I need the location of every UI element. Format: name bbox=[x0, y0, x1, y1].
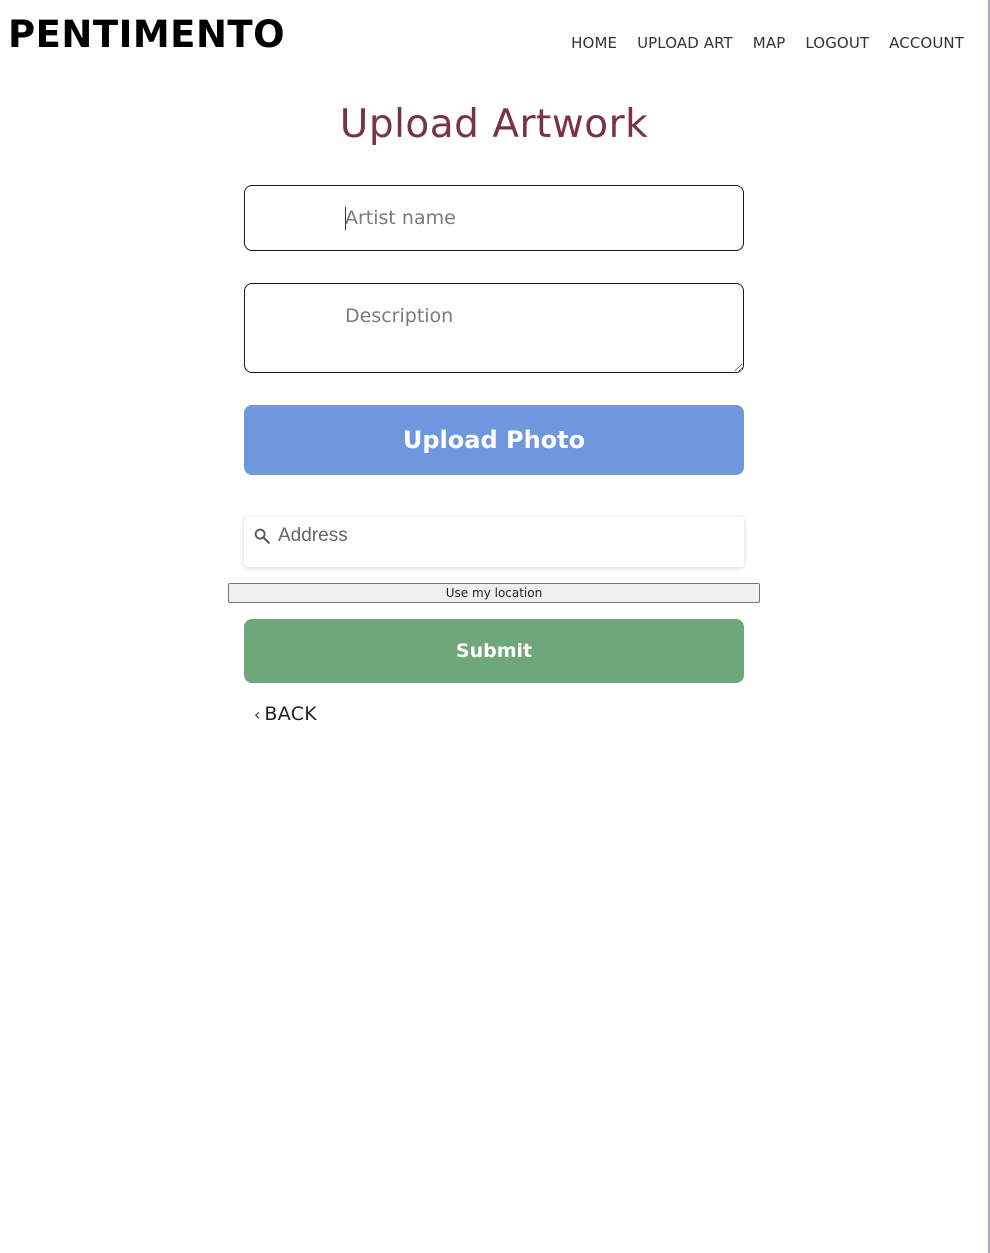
chevron-left-icon: ‹ bbox=[254, 705, 261, 724]
page-title: Upload Artwork bbox=[339, 102, 649, 147]
description-input[interactable] bbox=[244, 283, 744, 373]
back-label: BACK bbox=[264, 703, 318, 725]
search-icon bbox=[254, 528, 270, 544]
upload-photo-button[interactable]: Upload Photo bbox=[244, 405, 744, 475]
submit-button[interactable]: Submit bbox=[244, 619, 744, 683]
nav-map-link[interactable]: MAP bbox=[753, 34, 786, 52]
nav-upload-art-link[interactable]: UPLOAD ART bbox=[637, 34, 733, 52]
site-logo[interactable]: PENTIMENTO bbox=[8, 12, 285, 58]
artist-name-input[interactable] bbox=[244, 185, 744, 251]
back-link[interactable]: ‹ BACK bbox=[254, 703, 317, 725]
page: PENTIMENTO HOME UPLOAD ART MAP LOGOUT AC… bbox=[0, 0, 990, 1253]
address-input[interactable] bbox=[278, 521, 728, 551]
text-caret bbox=[345, 207, 346, 230]
nav-home-link[interactable]: HOME bbox=[571, 34, 617, 52]
address-search-box[interactable] bbox=[244, 517, 744, 567]
nav-logout-link[interactable]: LOGOUT bbox=[805, 34, 869, 52]
main-nav: HOME UPLOAD ART MAP LOGOUT ACCOUNT bbox=[571, 34, 964, 52]
use-my-location-button[interactable]: Use my location bbox=[228, 583, 760, 603]
nav-account-link[interactable]: ACCOUNT bbox=[889, 34, 964, 52]
